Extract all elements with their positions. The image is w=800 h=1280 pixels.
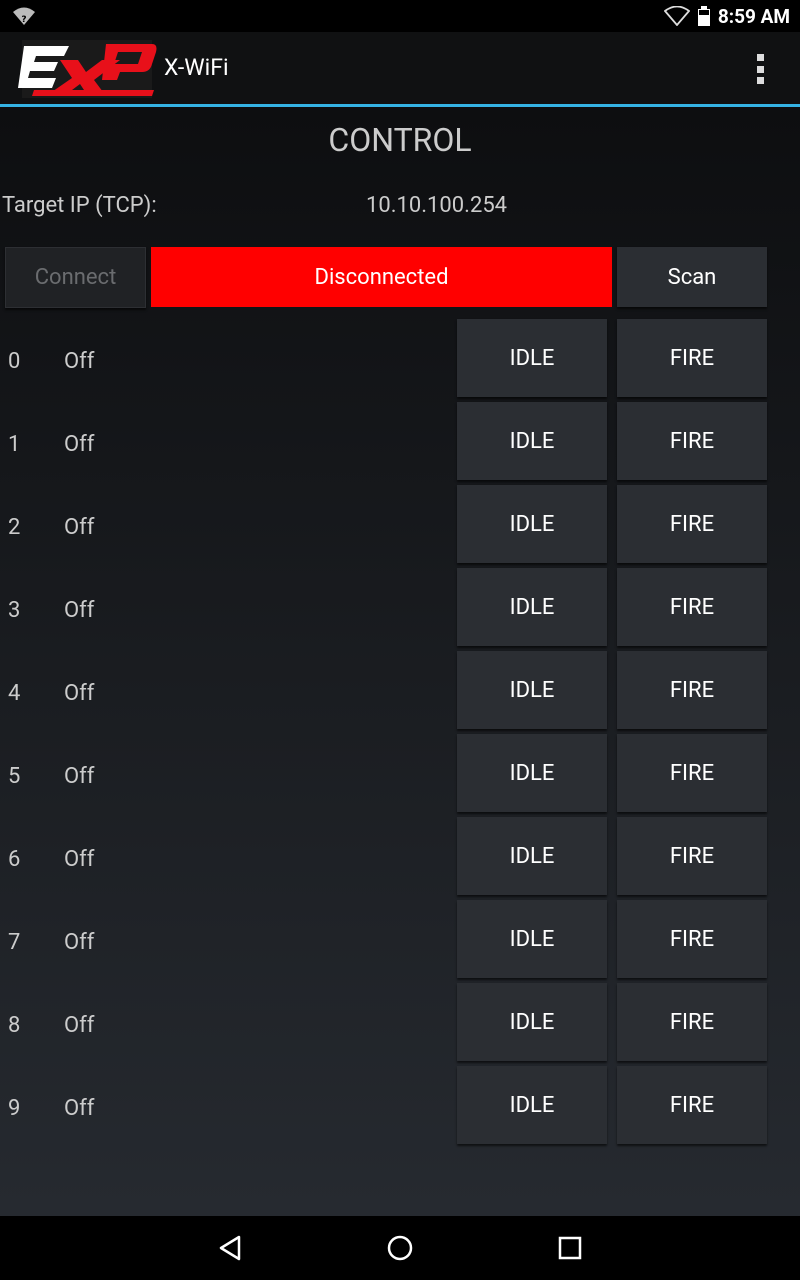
page-title: CONTROL bbox=[328, 121, 472, 159]
channel-state: Off bbox=[64, 764, 95, 789]
channel-number: 5 bbox=[8, 764, 21, 789]
fire-button[interactable]: FIRE bbox=[617, 485, 767, 563]
fire-button[interactable]: FIRE bbox=[617, 402, 767, 480]
fire-button[interactable]: FIRE bbox=[617, 734, 767, 812]
action-bar: X-WiFi bbox=[0, 32, 800, 104]
target-ip-label: Target IP (TCP): bbox=[2, 193, 157, 218]
channel-state: Off bbox=[64, 847, 95, 872]
channel-row: 2 Off IDLE FIRE bbox=[0, 485, 800, 568]
channel-number: 1 bbox=[8, 432, 21, 457]
channel-state: Off bbox=[64, 598, 95, 623]
fire-button[interactable]: FIRE bbox=[617, 817, 767, 895]
channel-number: 7 bbox=[8, 930, 21, 955]
overflow-menu-icon[interactable] bbox=[756, 54, 764, 84]
channel-state: Off bbox=[64, 515, 95, 540]
back-icon[interactable] bbox=[190, 1216, 270, 1280]
idle-button[interactable]: IDLE bbox=[457, 402, 607, 480]
exp-logo-icon bbox=[18, 40, 157, 98]
status-bar: ? 8:59 AM bbox=[0, 0, 800, 32]
recents-icon[interactable] bbox=[530, 1216, 610, 1280]
channel-row: 3 Off IDLE FIRE bbox=[0, 568, 800, 651]
channel-state: Off bbox=[64, 930, 95, 955]
wifi-icon bbox=[663, 6, 690, 26]
channel-row: 1 Off IDLE FIRE bbox=[0, 402, 800, 485]
channel-state: Off bbox=[64, 349, 95, 374]
idle-button[interactable]: IDLE bbox=[457, 568, 607, 646]
channel-number: 4 bbox=[8, 681, 21, 706]
navigation-bar bbox=[0, 1216, 800, 1280]
idle-button[interactable]: IDLE bbox=[457, 734, 607, 812]
idle-button[interactable]: IDLE bbox=[457, 983, 607, 1061]
app-title: X-WiFi bbox=[164, 54, 229, 81]
channel-state: Off bbox=[64, 1096, 95, 1121]
idle-button[interactable]: IDLE bbox=[457, 817, 607, 895]
channel-row: 6 Off IDLE FIRE bbox=[0, 817, 800, 900]
channel-row: 7 Off IDLE FIRE bbox=[0, 900, 800, 983]
idle-button[interactable]: IDLE bbox=[457, 485, 607, 563]
scan-button[interactable]: Scan bbox=[617, 247, 767, 307]
idle-button[interactable]: IDLE bbox=[457, 1066, 607, 1144]
fire-button[interactable]: FIRE bbox=[617, 900, 767, 978]
idle-button[interactable]: IDLE bbox=[457, 319, 607, 397]
channel-row: 4 Off IDLE FIRE bbox=[0, 651, 800, 734]
channel-number: 8 bbox=[8, 1013, 21, 1038]
fire-button[interactable]: FIRE bbox=[617, 319, 767, 397]
home-icon[interactable] bbox=[360, 1216, 440, 1280]
fire-button[interactable]: FIRE bbox=[617, 1066, 767, 1144]
channel-state: Off bbox=[64, 681, 95, 706]
idle-button[interactable]: IDLE bbox=[457, 900, 607, 978]
wifi-unknown-icon: ? bbox=[13, 7, 35, 25]
channel-number: 0 bbox=[8, 349, 21, 374]
channel-state: Off bbox=[64, 1013, 95, 1038]
battery-icon bbox=[697, 6, 710, 26]
connection-status-button[interactable]: Disconnected bbox=[151, 247, 612, 307]
idle-button[interactable]: IDLE bbox=[457, 651, 607, 729]
channel-number: 2 bbox=[8, 515, 21, 540]
channel-row: 8 Off IDLE FIRE bbox=[0, 983, 800, 1066]
fire-button[interactable]: FIRE bbox=[617, 983, 767, 1061]
channel-row: 5 Off IDLE FIRE bbox=[0, 734, 800, 817]
channel-number: 6 bbox=[8, 847, 21, 872]
channel-row: 9 Off IDLE FIRE bbox=[0, 1066, 800, 1149]
clock: 8:59 AM bbox=[717, 4, 790, 28]
svg-text:?: ? bbox=[21, 15, 26, 25]
channel-number: 3 bbox=[8, 598, 21, 623]
connect-button[interactable]: Connect bbox=[5, 247, 146, 308]
channel-state: Off bbox=[64, 432, 95, 457]
target-ip-value: 10.10.100.254 bbox=[366, 193, 508, 218]
channel-number: 9 bbox=[8, 1096, 21, 1121]
control-screen: CONTROL Target IP (TCP): 10.10.100.254 C… bbox=[0, 107, 800, 1216]
fire-button[interactable]: FIRE bbox=[617, 568, 767, 646]
channel-row: 0 Off IDLE FIRE bbox=[0, 319, 800, 402]
fire-button[interactable]: FIRE bbox=[617, 651, 767, 729]
